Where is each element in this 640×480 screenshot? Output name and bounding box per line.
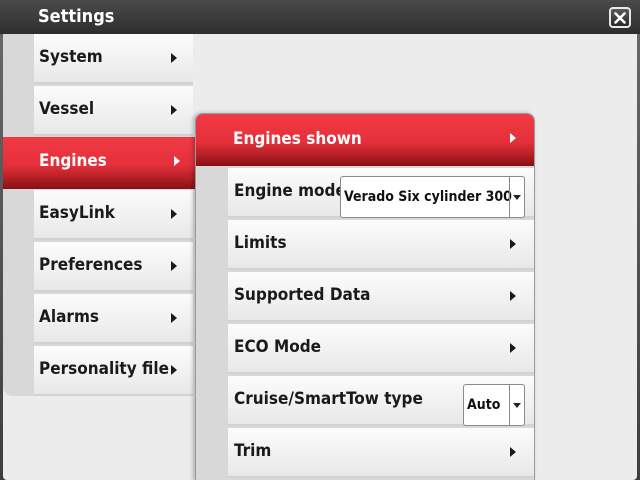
submenu-item-label: Trim — [234, 441, 272, 461]
engines-submenu: Engines shown Engine model Verado Six cy… — [195, 113, 535, 480]
chevron-down-icon[interactable] — [509, 177, 524, 217]
chevron-right-icon — [510, 291, 516, 301]
settings-category-menu: System Vessel Engines EasyLink Preferenc… — [3, 34, 196, 396]
menu-item-personality-file[interactable]: Personality file — [34, 346, 193, 396]
engine-model-value: Verado Six cylinder 300 — [344, 189, 512, 205]
chevron-right-icon — [174, 156, 180, 166]
chevron-right-icon — [510, 239, 516, 249]
menu-item-label: EasyLink — [39, 203, 115, 223]
menu-item-label: Preferences — [39, 255, 143, 275]
settings-window: Settings System Vessel Engines EasyLink … — [0, 0, 640, 480]
menu-item-system[interactable]: System — [34, 34, 193, 84]
menu-item-label: System — [39, 47, 103, 67]
submenu-item-label: Engine model — [234, 181, 352, 201]
chevron-right-icon — [510, 343, 516, 353]
submenu-item-engines-shown[interactable]: Engines shown — [196, 114, 534, 166]
menu-item-easylink[interactable]: EasyLink — [34, 190, 193, 240]
chevron-right-icon — [171, 261, 177, 271]
menu-item-engines[interactable]: Engines — [3, 137, 196, 189]
submenu-item-supported-data[interactable]: Supported Data — [228, 272, 534, 322]
menu-item-preferences[interactable]: Preferences — [34, 242, 193, 292]
submenu-item-engine-model: Engine model Verado Six cylinder 300 — [228, 168, 534, 218]
submenu-item-cruise-smarttow-type: Cruise/SmartTow type Auto — [228, 376, 534, 426]
close-button[interactable] — [609, 7, 631, 28]
submenu-item-label: Engines shown — [233, 129, 362, 149]
menu-item-alarms[interactable]: Alarms — [34, 294, 193, 344]
submenu-item-label: Supported Data — [234, 285, 371, 305]
chevron-right-icon — [171, 53, 177, 63]
cruise-smarttow-dropdown[interactable]: Auto — [463, 384, 525, 426]
menu-item-vessel[interactable]: Vessel — [34, 86, 193, 136]
menu-item-label: Alarms — [39, 307, 99, 327]
menu-item-label: Vessel — [39, 99, 95, 119]
submenu-item-limits[interactable]: Limits — [228, 220, 534, 270]
submenu-item-eco-mode[interactable]: ECO Mode — [228, 324, 534, 374]
cruise-smarttow-value: Auto — [467, 397, 501, 413]
menu-item-label: Engines — [39, 151, 107, 171]
menu-item-label: Personality file — [39, 359, 169, 379]
engine-model-dropdown[interactable]: Verado Six cylinder 300 — [340, 176, 525, 218]
window-title: Settings — [38, 6, 115, 27]
chevron-right-icon — [171, 313, 177, 323]
chevron-right-icon — [171, 209, 177, 219]
submenu-item-label: Limits — [234, 233, 287, 253]
chevron-right-icon — [171, 365, 177, 375]
chevron-right-icon — [510, 133, 516, 143]
submenu-item-label: ECO Mode — [234, 337, 322, 357]
chevron-right-icon — [171, 105, 177, 115]
submenu-item-label: Cruise/SmartTow type — [234, 389, 423, 409]
chevron-down-icon[interactable] — [509, 385, 524, 425]
title-bar: Settings — [0, 0, 640, 34]
close-icon — [614, 12, 626, 24]
chevron-right-icon — [510, 447, 516, 457]
submenu-item-trim[interactable]: Trim — [228, 428, 534, 478]
